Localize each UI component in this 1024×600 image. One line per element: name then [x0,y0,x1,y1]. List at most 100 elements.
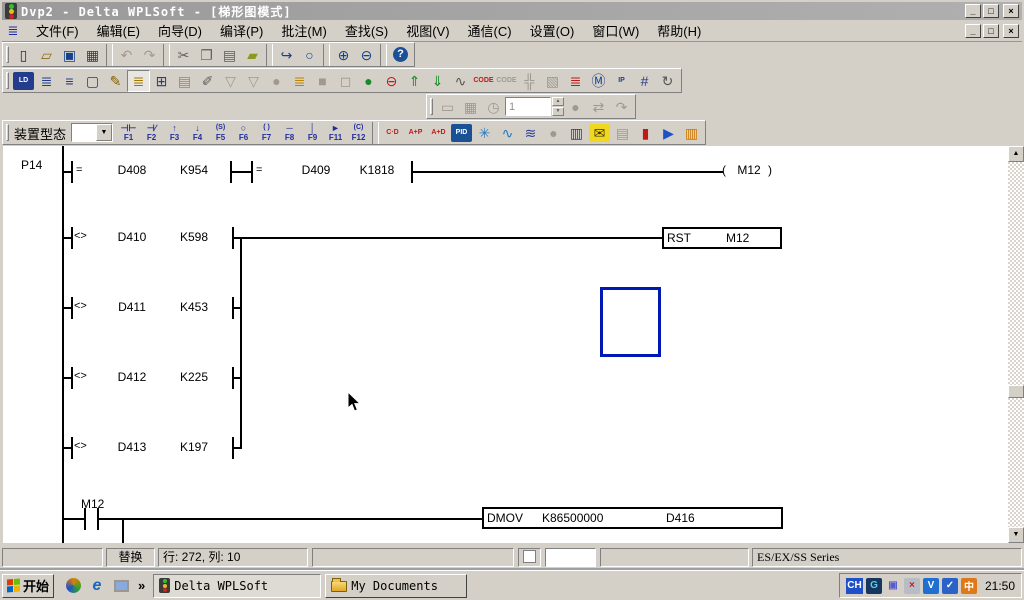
goto-button[interactable]: ↪ [275,44,298,66]
new-file-button[interactable]: ▯ [12,44,35,66]
calc-wizard-button[interactable]: A+D [427,122,450,144]
compare-operand[interactable]: D412 [102,370,162,384]
ladder-mode-button[interactable]: ≣ [35,70,58,92]
contact-a-button[interactable]: ⊣⊢F1 [117,121,140,145]
zoom-area-button[interactable]: ◻ [334,70,357,92]
mdi-restore-button[interactable]: □ [983,24,999,38]
horizontal-line-button[interactable]: ─F8 [278,121,301,145]
message-wizard-button[interactable]: ✉ [589,124,610,142]
chevron-more-icon[interactable]: » [138,578,145,593]
position-wizard-button[interactable]: ✳ [473,122,496,144]
communication-button[interactable]: ∿ [449,70,472,92]
dmov-instruction-box[interactable]: DMOV K86500000 D416 [482,507,783,529]
instruction-mode-button[interactable]: ≡ [58,70,81,92]
menu-wizard[interactable]: 向导(D) [149,22,211,41]
compare-wizard-button[interactable]: C·D [381,122,404,144]
compare-operand[interactable]: K225 [164,370,224,384]
compare-operand[interactable]: K598 [164,230,224,244]
refresh-monitor-button[interactable]: ⇄ [587,96,610,118]
search-device-button[interactable]: Ⓜ [587,70,610,92]
quick-launch-desktop-icon[interactable]: ▢ [112,577,130,595]
image-monitor-button[interactable]: ▦ [459,96,482,118]
ladder-edit-button[interactable]: ≣ [127,70,150,92]
application-instruction-button[interactable]: ( )F7 [255,121,278,145]
time-monitor-button[interactable]: ◷ [482,96,505,118]
wave-scope-button[interactable]: ∿ [496,122,519,144]
compare-operand[interactable]: D411 [102,300,162,314]
quick-launch-media-player-icon[interactable]: ● [64,577,82,595]
tray-security-shield-icon[interactable]: ✓ [942,578,958,594]
output-coil-button[interactable]: ○F6 [232,121,255,145]
online-mode-button[interactable]: ● [357,70,380,92]
compare-operand[interactable]: D408 [102,163,162,177]
menu-file[interactable]: 文件(F) [27,22,88,41]
erase-button[interactable]: ▰ [241,44,264,66]
offline-mode-button[interactable]: ⊖ [380,70,403,92]
menu-edit[interactable]: 编辑(E) [88,22,149,41]
sfc-mode-button[interactable]: ▢ [81,70,104,92]
falling-edge-button[interactable]: ↓F4 [186,121,209,145]
menu-view[interactable]: 视图(V) [397,22,458,41]
set-coil-button[interactable]: (S)F5 [209,121,232,145]
menu-compile[interactable]: 编译(P) [211,22,272,41]
rst-instruction-box[interactable]: RST M12 [662,227,782,249]
device-table-button[interactable]: ▥ [565,122,588,144]
language-indicator[interactable]: CH [846,578,863,594]
compare-operand[interactable]: K954 [164,163,224,177]
menu-options[interactable]: 设置(O) [521,22,584,41]
find-button[interactable]: ○ [298,44,321,66]
branch-contact-d412[interactable]: <> D412 K225 [3,367,1008,437]
edit-register-button[interactable]: ≣ [564,70,587,92]
task-my-documents[interactable]: My Documents [325,574,467,598]
save-all-button[interactable]: ▦ [81,44,104,66]
branch-contact-d413[interactable]: <> D413 K197 [3,437,1008,507]
undo-button[interactable]: ↶ [115,44,138,66]
spin-down-button[interactable]: ▼ [552,107,564,116]
compare-operand[interactable]: D413 [102,440,162,454]
pause-monitor-button[interactable]: ■ [311,70,334,92]
cut-button[interactable]: ✂ [172,44,195,66]
toolbar-grip[interactable] [6,72,9,89]
speech-wizard-button[interactable]: ● [542,122,565,144]
ladder-out-mode-button[interactable]: LD [13,72,34,90]
pointer-label[interactable]: P14 [21,158,42,172]
save-button[interactable]: ▣ [58,44,81,66]
comment-block-button[interactable]: ▤ [173,70,196,92]
verify-code-button[interactable]: CODE [495,70,518,92]
toolbar-grip[interactable] [430,98,433,115]
compare-operand[interactable]: D409 [286,163,346,177]
close-button[interactable]: × [1003,4,1019,18]
instruction-table-button[interactable]: ⊞ [150,70,173,92]
ladder-editor-canvas[interactable]: P14 = D408 K954 = D409 K1818 ( M12 ) <> … [3,146,1008,543]
output-coil[interactable]: M12 [729,163,769,177]
check-code-button[interactable]: CODE [472,70,495,92]
op-panel-button[interactable]: ▧ [541,70,564,92]
tray-network-disconnected-icon[interactable]: × [904,578,920,594]
mdi-close-button[interactable]: × [1003,24,1019,38]
toolbar-grip[interactable] [6,124,9,141]
scrollbar-thumb[interactable] [1008,385,1024,398]
ramp-wizard-button[interactable]: ≋ [519,122,542,144]
step-monitor-button[interactable]: ↷ [610,96,633,118]
menu-help[interactable]: 帮助(H) [648,22,710,41]
sfc-monitor-button[interactable]: ▽ [242,70,265,92]
compare-operator[interactable]: <> [74,370,87,382]
compare-operator[interactable]: <> [74,440,87,452]
print-ladder-button[interactable]: ▤ [611,122,634,144]
vertical-scrollbar[interactable]: ▲ ▼ [1008,146,1024,543]
menu-search[interactable]: 查找(S) [336,22,397,41]
compare-operator[interactable]: = [76,164,82,177]
temperature-wizard-button[interactable]: ▮ [634,122,657,144]
edit-comment-button[interactable]: ✎ [104,70,127,92]
start-plc-button[interactable]: ▶ [657,122,680,144]
compare-operator[interactable]: <> [74,300,87,312]
zoom-out-button[interactable]: ⊖ [355,44,378,66]
contact-b-button[interactable]: ⊣∕F2 [140,121,163,145]
edit-in-monitor-button[interactable]: ≣ [288,70,311,92]
rising-edge-button[interactable]: ↑F3 [163,121,186,145]
compare-operand[interactable]: K1818 [347,163,407,177]
f12-counter-button[interactable]: (C)F12 [347,121,370,145]
compare-operand[interactable]: D410 [102,230,162,244]
device-monitor-button[interactable]: ● [265,70,288,92]
clean-button[interactable]: ✐ [196,70,219,92]
